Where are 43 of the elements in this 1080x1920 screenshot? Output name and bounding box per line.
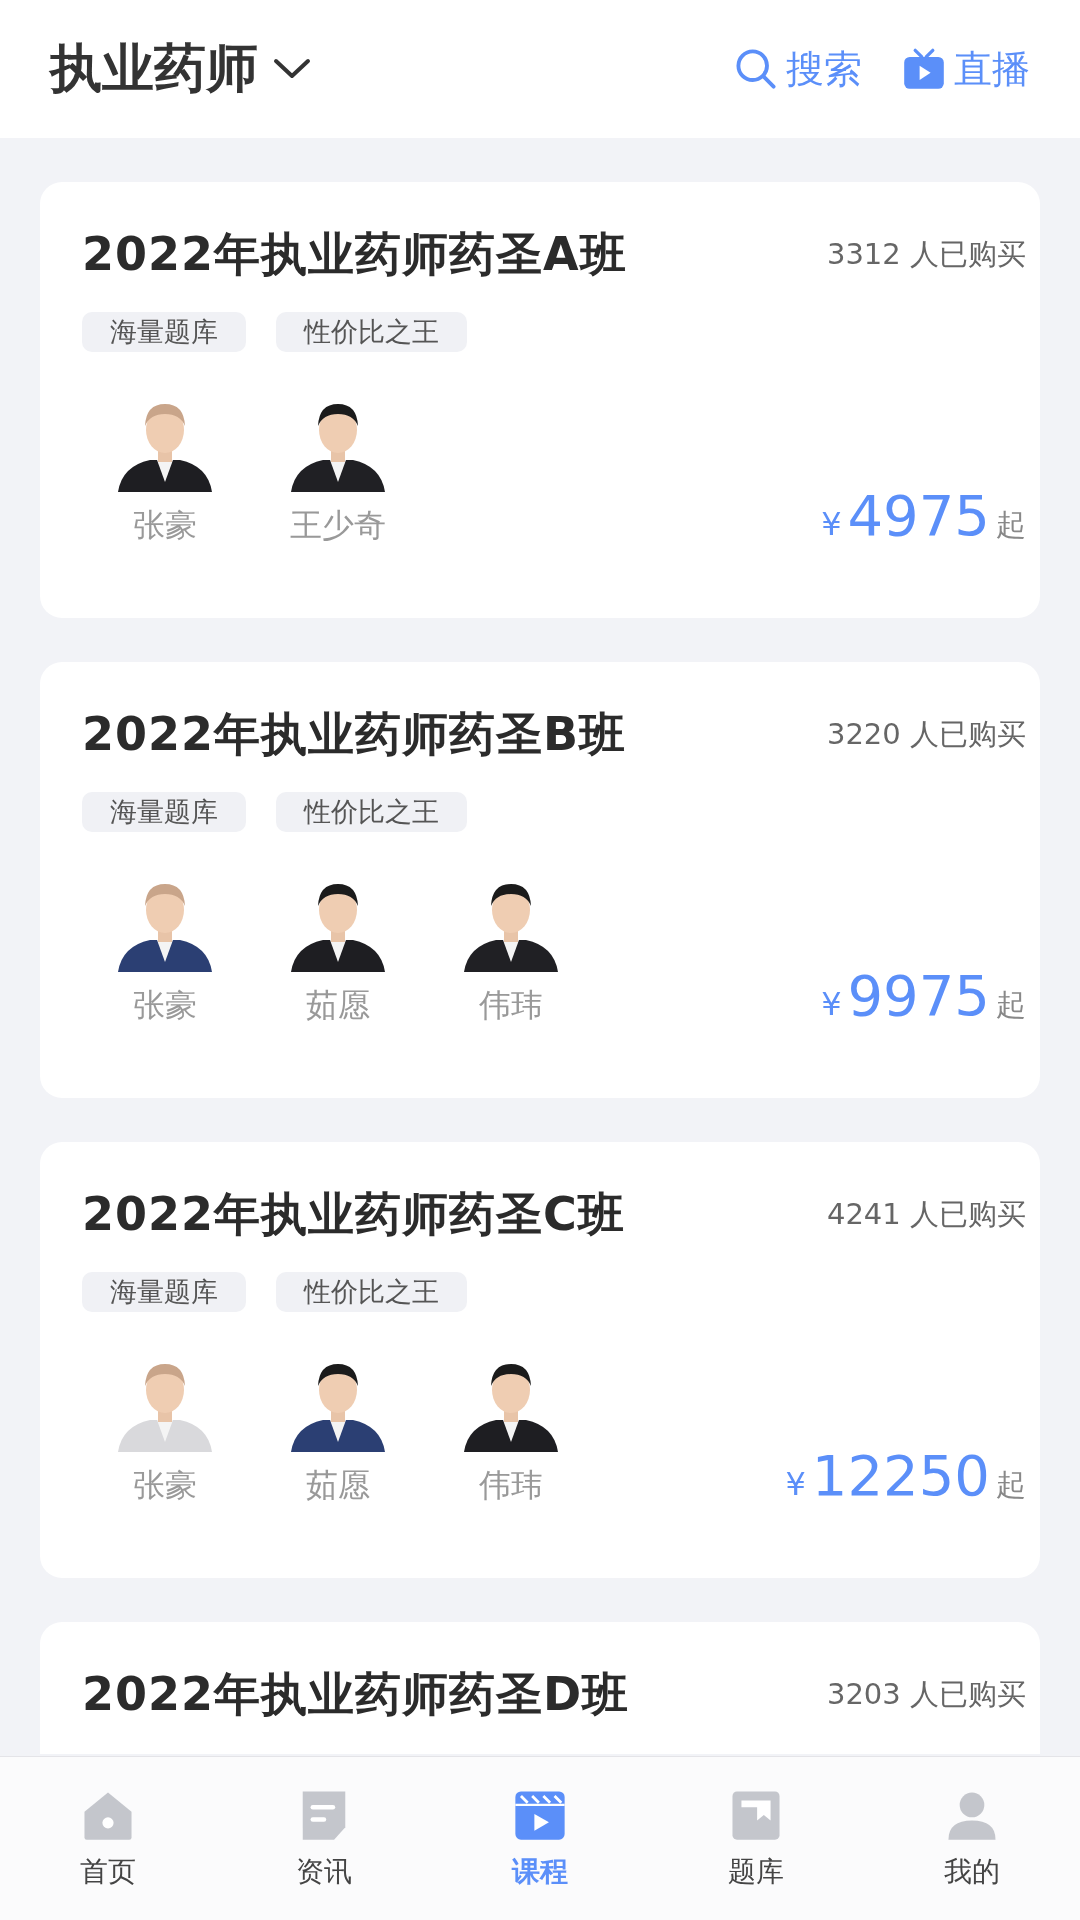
teacher-name: 伟玮 bbox=[479, 1465, 543, 1506]
teacher-name: 张豪 bbox=[133, 985, 197, 1026]
course-title: 2022年执业药师药圣B班 bbox=[82, 706, 627, 763]
teacher-name: 伟玮 bbox=[479, 985, 543, 1026]
teacher-name: 张豪 bbox=[133, 505, 197, 546]
price-suffix: 起 bbox=[996, 986, 1026, 1024]
course-price: 12250 bbox=[811, 1443, 990, 1508]
purchase-count: 3312 人已购买 bbox=[826, 236, 1026, 273]
price-suffix: 起 bbox=[996, 506, 1026, 544]
nav-tab[interactable]: 题库 bbox=[676, 1786, 836, 1891]
course-title: 2022年执业药师药圣C班 bbox=[82, 1186, 625, 1243]
price-suffix: 起 bbox=[996, 1466, 1026, 1504]
course-card[interactable]: 2022年执业药师药圣B班 3220 人已购买 海量题库 性价比之王 张豪 茹愿 伟玮 ¥9975 起 bbox=[40, 662, 1040, 1098]
purchase-count: 4241 人已购买 bbox=[826, 1196, 1026, 1233]
course-title: 2022年执业药师药圣D班 bbox=[82, 1666, 630, 1723]
tv-icon[interactable] bbox=[902, 47, 946, 91]
tag: 性价比之王 bbox=[276, 312, 467, 352]
exam-title[interactable]: 执业药师 bbox=[50, 34, 258, 104]
course-card[interactable]: 2022年执业药师药圣D班 3203 人已购买 bbox=[40, 1622, 1040, 1754]
currency-symbol: ¥ bbox=[821, 505, 842, 543]
tag: 性价比之王 bbox=[276, 792, 467, 832]
teacher-name: 茹愿 bbox=[306, 1465, 370, 1506]
nav-tab[interactable]: 我的 bbox=[892, 1786, 1052, 1891]
course-price: 9975 bbox=[847, 963, 990, 1028]
chevron-down-icon[interactable] bbox=[272, 57, 312, 81]
tag: 性价比之王 bbox=[276, 1272, 467, 1312]
course-title: 2022年执业药师药圣A班 bbox=[82, 226, 627, 283]
teacher-name: 王少奇 bbox=[290, 505, 386, 546]
currency-symbol: ¥ bbox=[821, 985, 842, 1023]
tag: 海量题库 bbox=[82, 312, 246, 352]
course-price: 4975 bbox=[847, 483, 990, 548]
teacher-name: 茹愿 bbox=[306, 985, 370, 1026]
purchase-count: 3220 人已购买 bbox=[826, 716, 1026, 753]
nav-tab[interactable]: 资讯 bbox=[244, 1786, 404, 1891]
course-card[interactable]: 2022年执业药师药圣A班 3312 人已购买 海量题库 性价比之王 张豪 王少奇 ¥4975 起 bbox=[40, 182, 1040, 618]
tag: 海量题库 bbox=[82, 792, 246, 832]
tag: 海量题库 bbox=[82, 1272, 246, 1312]
course-card[interactable]: 2022年执业药师药圣C班 4241 人已购买 海量题库 性价比之王 张豪 茹愿 伟玮 ¥12250 起 bbox=[40, 1142, 1040, 1578]
teacher-name: 张豪 bbox=[133, 1465, 197, 1506]
nav-tab[interactable]: 首页 bbox=[28, 1786, 188, 1891]
currency-symbol: ¥ bbox=[785, 1465, 806, 1503]
purchase-count: 3203 人已购买 bbox=[826, 1676, 1026, 1713]
search-icon[interactable] bbox=[734, 47, 778, 91]
